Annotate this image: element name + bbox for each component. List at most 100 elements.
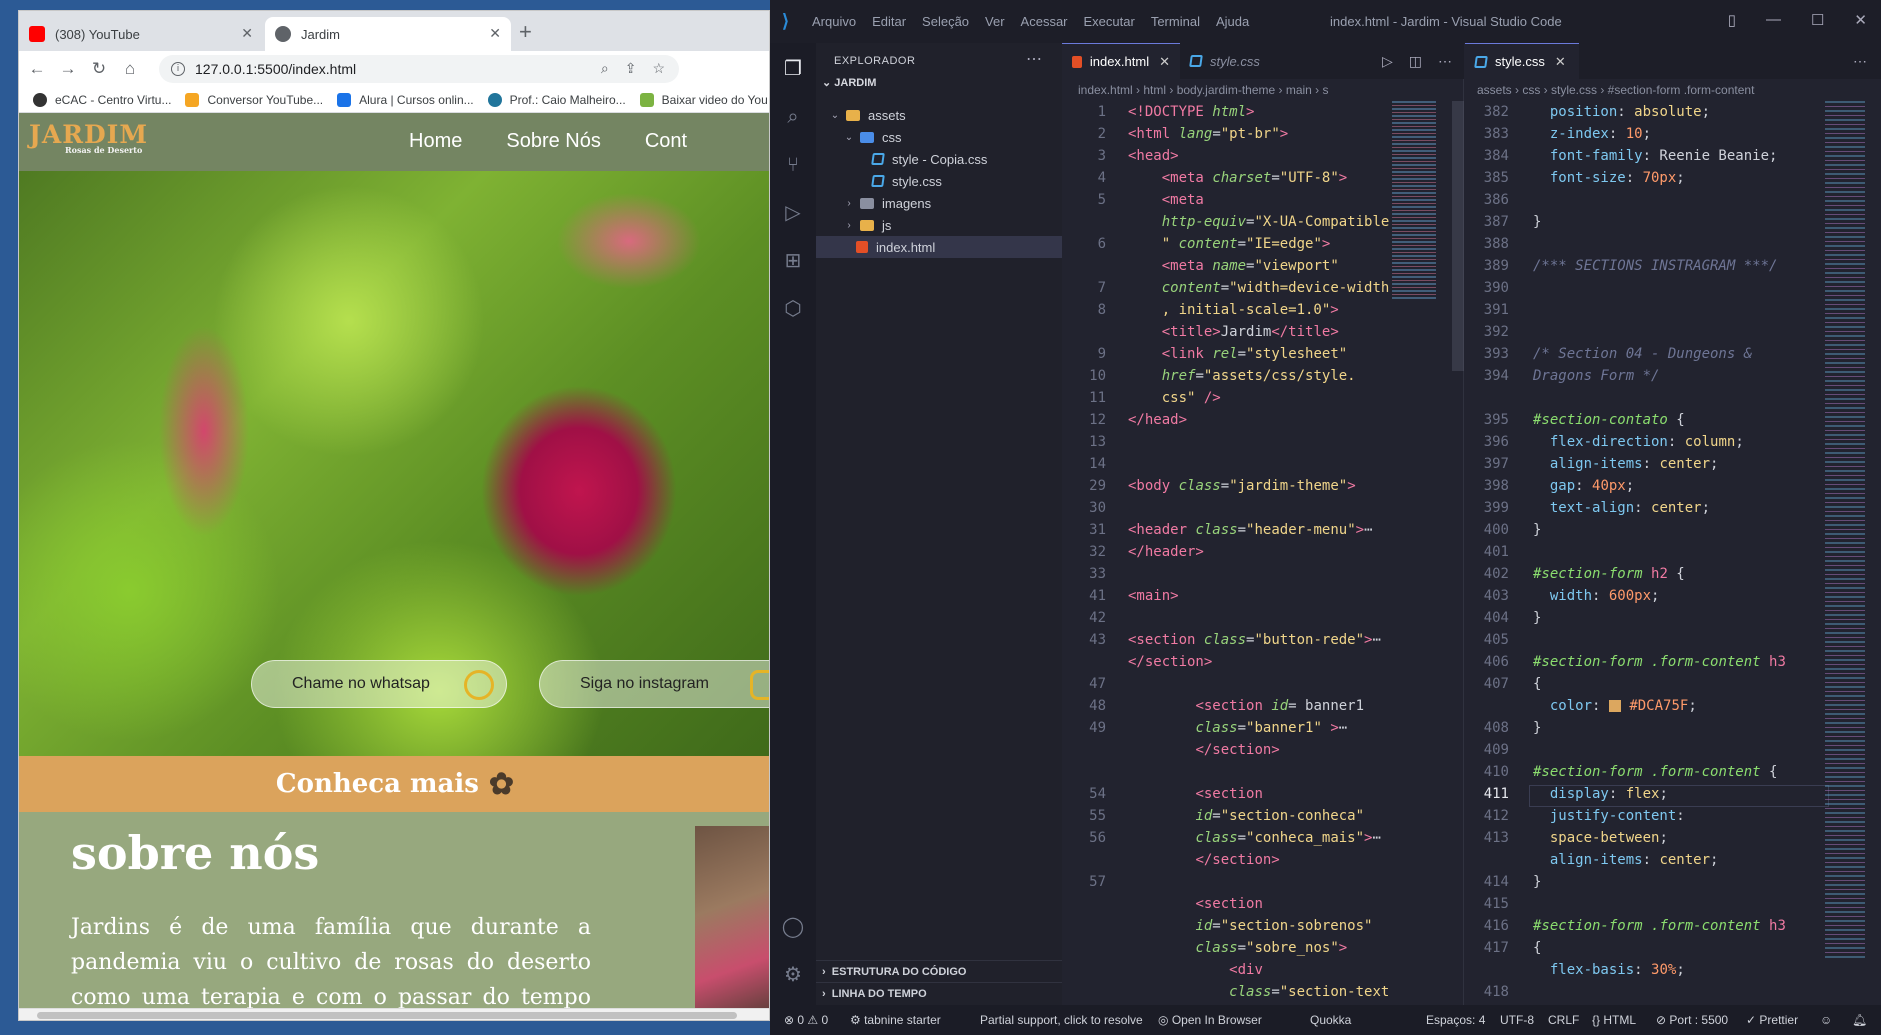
more-actions-icon[interactable]: ⋯ [1026, 49, 1042, 69]
more-actions-icon[interactable]: ⋯ [1853, 53, 1867, 70]
tab-style-css[interactable]: style.css [1180, 43, 1290, 79]
share-icon[interactable]: ⇪ [625, 60, 637, 77]
tab-index-html[interactable]: index.html ✕ [1062, 43, 1180, 79]
menu-ajuda[interactable]: Ajuda [1216, 14, 1249, 29]
browser-tab-jardim[interactable]: Jardim ✕ [265, 17, 511, 51]
vertical-scrollbar[interactable] [1452, 101, 1464, 371]
tabnine-icon: ⚙ [850, 1013, 865, 1027]
minimize-icon[interactable]: — [1766, 11, 1781, 29]
breadcrumb[interactable]: index.html › html › body.jardim-theme › … [1078, 79, 1458, 101]
menu-terminal[interactable]: Terminal [1151, 14, 1200, 29]
address-bar[interactable]: i 127.0.0.1:5500/index.html ⌕ ⇪ ☆ [159, 55, 679, 83]
instagram-button[interactable]: Siga no instagram [539, 660, 769, 708]
forward-icon[interactable]: → [55, 56, 81, 82]
close-icon[interactable]: ✕ [1159, 54, 1170, 70]
problems-indicator[interactable]: ⊗ 0 ⚠ 0 [784, 1013, 828, 1027]
scrollbar-thumb[interactable] [37, 1012, 737, 1019]
code-content-html[interactable]: <!DOCTYPE html> <html lang="pt-br"> <hea… [1128, 101, 1389, 1003]
browser-tab-strip: (308) YouTube ✕ Jardim ✕ + [19, 11, 769, 51]
menu-executar[interactable]: Executar [1084, 14, 1135, 29]
account-icon[interactable]: ◯ [781, 915, 805, 939]
minimap[interactable] [1392, 101, 1436, 301]
horizontal-scrollbar[interactable] [19, 1008, 769, 1020]
zoom-icon[interactable]: ⌕ [601, 60, 609, 77]
breadcrumb[interactable]: assets › css › style.css › #section-form… [1477, 79, 1877, 101]
back-icon[interactable]: ← [24, 56, 50, 82]
menu-ver[interactable]: Ver [985, 14, 1005, 29]
tree-file-index[interactable]: index.html [816, 236, 1062, 258]
bookmark-item[interactable]: Conversor YouTube... [185, 92, 323, 107]
conheca-mais-banner[interactable]: Conheca mais ✿ [19, 756, 769, 812]
bookmark-item[interactable]: Prof.: Caio Malheiro... [487, 92, 626, 107]
language-status[interactable]: {} HTML [1592, 1013, 1636, 1027]
maximize-icon[interactable]: ☐ [1811, 11, 1824, 29]
home-icon[interactable]: ⌂ [117, 56, 143, 82]
search-icon[interactable]: ⌕ [781, 105, 805, 129]
close-icon[interactable]: ✕ [1555, 54, 1566, 70]
partial-support-status[interactable]: Partial support, click to resolve [980, 1013, 1143, 1027]
timeline-section[interactable]: › LINHA DO TEMPO [816, 982, 1062, 1004]
eol-status[interactable]: CRLF [1548, 1013, 1579, 1027]
bookmark-star-icon[interactable]: ☆ [652, 60, 665, 77]
bookmark-icon [487, 92, 502, 107]
nav-home[interactable]: Home [409, 130, 462, 153]
chevron-down-icon: ⌄ [830, 109, 840, 121]
indentation-status[interactable]: Espaços: 4 [1426, 1013, 1485, 1027]
quokka-status[interactable]: Quokka [1310, 1013, 1351, 1027]
info-icon[interactable]: i [171, 62, 185, 76]
prettier-status[interactable]: ✓ Prettier [1746, 1013, 1798, 1027]
menu-editar[interactable]: Editar [872, 14, 906, 29]
code-content-css[interactable]: position: absolute; z-index: 10; font-fa… [1533, 101, 1786, 981]
chevron-down-icon: ⌄ [822, 77, 835, 89]
menu-arquivo[interactable]: Arquivo [812, 14, 856, 29]
close-icon[interactable]: ✕ [1854, 11, 1867, 29]
explorer-icon[interactable]: ❐ [781, 57, 805, 81]
layout-icon[interactable]: ▯ [1728, 11, 1736, 29]
feedback-icon[interactable]: ☺ [1820, 1013, 1832, 1027]
split-editor-icon[interactable]: ◫ [1409, 53, 1422, 70]
tab-title: Jardim [301, 26, 341, 42]
new-tab-button[interactable]: + [519, 21, 532, 43]
open-in-browser-status[interactable]: ◎ Open In Browser [1158, 1013, 1262, 1027]
nav-contato[interactable]: Cont [645, 130, 687, 153]
tree-folder-css[interactable]: ⌄ css [816, 126, 1062, 148]
remote-icon[interactable]: ⬡ [781, 297, 805, 321]
extensions-icon[interactable]: ⊞ [781, 249, 805, 273]
settings-gear-icon[interactable]: ⚙ [781, 963, 805, 987]
no-entry-icon: ⊘ [1656, 1013, 1670, 1027]
tree-file-style-copia[interactable]: style - Copia.css [816, 148, 1062, 170]
tree-folder-assets[interactable]: ⌄ assets [816, 104, 1062, 126]
notifications-bell-icon[interactable]: 🔔︎ [1852, 1013, 1867, 1027]
bookmark-item[interactable]: eCAC - Centro Virtu... [33, 92, 171, 107]
reload-icon[interactable]: ↻ [86, 56, 112, 82]
more-actions-icon[interactable]: ⋯ [1438, 53, 1452, 70]
workspace-root[interactable]: ⌄ JARDIM [822, 76, 876, 89]
encoding-status[interactable]: UTF-8 [1500, 1013, 1534, 1027]
close-icon[interactable]: ✕ [489, 25, 501, 42]
css-file-icon [871, 175, 885, 187]
bookmarks-bar: eCAC - Centro Virtu... Conversor YouTube… [19, 87, 769, 113]
whatsapp-button[interactable]: Chame no whatsap [251, 660, 507, 708]
browser-tab-youtube[interactable]: (308) YouTube ✕ [19, 17, 263, 51]
tabnine-status[interactable]: ⚙ tabnine starter [850, 1013, 941, 1027]
menu-selecao[interactable]: Seleção [922, 14, 969, 29]
editor-actions: ▷ ◫ ⋯ [1382, 53, 1452, 70]
tree-file-style[interactable]: style.css [816, 170, 1062, 192]
nav-sobre-nos[interactable]: Sobre Nós [506, 130, 601, 153]
tree-folder-imagens[interactable]: › imagens [816, 192, 1062, 214]
source-control-icon[interactable]: ⑂ [781, 153, 805, 177]
tree-folder-js[interactable]: › js [816, 214, 1062, 236]
site-logo[interactable]: JARDIM Rosas de Deserto [29, 122, 148, 156]
close-icon[interactable]: ✕ [241, 25, 253, 42]
bookmark-item[interactable]: Alura | Cursos onlin... [337, 92, 474, 107]
run-icon[interactable]: ▷ [1382, 53, 1393, 70]
tab-style-css[interactable]: style.css ✕ [1465, 43, 1579, 79]
menu-acessar[interactable]: Acessar [1021, 14, 1068, 29]
bookmark-item[interactable]: Baixar video do You [639, 92, 768, 107]
run-debug-icon[interactable]: ▷ [781, 201, 805, 225]
live-server-status[interactable]: ⊘ Port : 5500 [1656, 1013, 1728, 1027]
minimap[interactable] [1825, 101, 1865, 961]
browser-window: (308) YouTube ✕ Jardim ✕ + ← → ↻ ⌂ i 127… [18, 10, 770, 1021]
editor-group-css: style.css ✕ ⋯ assets › css › style.css › … [1465, 43, 1881, 1005]
outline-section[interactable]: › ESTRUTURA DO CÓDIGO [816, 960, 1062, 982]
